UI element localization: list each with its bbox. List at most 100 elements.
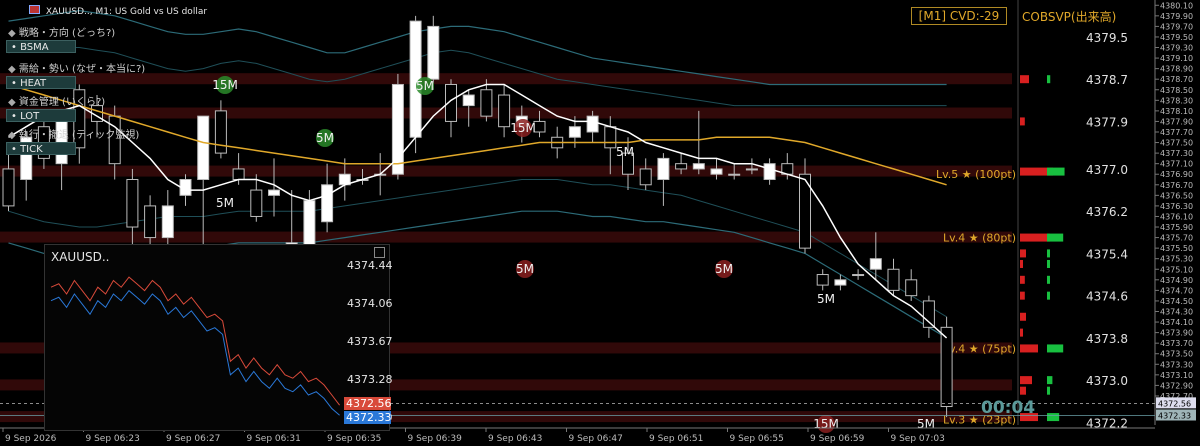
tf-marker-label: 15M: [813, 417, 839, 431]
side-row-text: 戦略・方向 (どっち?): [18, 28, 116, 39]
candle-body: [657, 157, 670, 181]
profile-buy-bar: [1047, 291, 1050, 300]
mini-price-label: 4374.44: [347, 259, 393, 272]
profile-sell-bar: [1020, 328, 1023, 337]
candle-body: [427, 25, 440, 80]
side-row-text: 執行・撤退 (ティック監視): [18, 130, 140, 141]
axis-tick-label: 4373.70: [1160, 339, 1193, 348]
candle-body: [852, 274, 865, 277]
side-button-bsma[interactable]: • BSMA: [6, 40, 76, 53]
side-row-label: ◆ 執行・撤退 (ティック監視): [8, 126, 139, 141]
profile-buy-bar: [1047, 75, 1051, 84]
axis-tick-label: 4375.10: [1160, 265, 1193, 274]
candle-body: [887, 268, 900, 291]
profile-buy-bar: [1047, 233, 1064, 242]
price-tag-label: 4372.33: [1158, 411, 1191, 420]
big-price-label: 4377.9: [1086, 115, 1128, 129]
candle-body: [268, 189, 280, 196]
profile-sell-bar: [1020, 259, 1023, 268]
axis-tick-label: 4374.10: [1160, 318, 1193, 327]
scales-icon: ◆: [8, 97, 19, 108]
side-row-label: ◆ 需給・勢い (なぜ・本当に?): [8, 60, 145, 75]
time-tick-label: 9 Sep 2026: [5, 434, 57, 444]
time-tick-label: 9 Sep 06:27: [166, 434, 220, 444]
level-label: Lv.4 ★ (80pt): [943, 232, 1016, 245]
side-button-tick[interactable]: • TICK: [6, 142, 76, 155]
axis-tick-label: 4374.50: [1160, 297, 1193, 306]
candle-body: [940, 326, 953, 408]
time-tick-label: 9 Sep 07:03: [891, 434, 945, 444]
time-tick-label: 9 Sep 06:23: [86, 434, 140, 444]
profile-buy-bar: [1047, 259, 1050, 268]
cobsvp-title: COBSVP(出来高): [1022, 10, 1117, 24]
axis-tick-label: 4380.10: [1160, 1, 1193, 10]
side-row-label: ◆ 資金管理 (いくら?): [8, 93, 105, 108]
mini-price-label: 4374.06: [347, 297, 393, 310]
volume-profile: [1017, 0, 1065, 425]
profile-sell-bar: [1020, 117, 1025, 126]
profile-buy-bar: [1047, 344, 1064, 353]
mini-price-label: 4373.67: [347, 335, 393, 348]
axis-tick-label: 4372.90: [1160, 381, 1193, 390]
axis-tick-label: 4374.70: [1160, 286, 1193, 295]
candle-body: [480, 89, 493, 117]
flame-icon: ◆: [8, 64, 19, 75]
profile-sell-bar: [1020, 344, 1038, 353]
time-tick-label: 9 Sep 06:47: [569, 434, 623, 444]
mini-chart-close-button[interactable]: [374, 247, 385, 258]
axis-tick-label: 4377.90: [1160, 117, 1193, 126]
axis-tick-label: 4379.10: [1160, 54, 1193, 63]
candle-body: [675, 163, 688, 170]
big-price-label: 4375.4: [1086, 247, 1128, 261]
candle-body: [710, 168, 723, 175]
time-tick-label: 9 Sep 06:31: [247, 434, 301, 444]
axis-tick-label: 4376.70: [1160, 181, 1193, 190]
mini-chart[interactable]: XAUUSD.. 4374.44 4374.06 4373.67 4373.28 437…: [44, 244, 393, 431]
candle-body: [126, 179, 139, 228]
axis-tick-label: 4373.90: [1160, 329, 1193, 338]
time-tick-label: 9 Sep 06:59: [810, 434, 865, 444]
profile-buy-bar: [1047, 376, 1053, 385]
big-price-label: 4379.5: [1086, 31, 1128, 45]
candle-body: [834, 279, 847, 286]
tf-marker-label: 5M: [516, 262, 534, 276]
profile-buy-bar: [1047, 249, 1050, 258]
axis-tick-label: 4378.70: [1160, 75, 1193, 84]
tf-marker-label: 5M: [616, 145, 634, 159]
mini-chart-plot: [50, 276, 340, 416]
axis-tick-label: 4375.30: [1160, 255, 1193, 264]
axis-tick-label: 4376.50: [1160, 191, 1193, 200]
profile-buy-bar: [1047, 275, 1050, 284]
candle-body: [745, 168, 758, 171]
tf-marker-label: 15M: [212, 78, 238, 92]
candle-body: [604, 126, 617, 149]
axis-tick-label: 4378.50: [1160, 86, 1193, 95]
axis-tick-label: 4377.30: [1160, 149, 1193, 158]
tf-marker-label: 5M: [817, 292, 835, 306]
big-price-label: 4376.2: [1086, 205, 1128, 219]
big-price-label: 4373.0: [1086, 374, 1128, 388]
candle-body: [568, 126, 581, 138]
time-tick-label: 9 Sep 06:35: [327, 434, 381, 444]
axis-tick-label: 4379.90: [1160, 12, 1193, 21]
time-tick-label: 9 Sep 06:39: [408, 434, 463, 444]
level-label: Lv.4 ★ (75pt): [943, 342, 1016, 355]
level-band: [0, 73, 1012, 85]
axis-tick-label: 4376.10: [1160, 212, 1193, 221]
profile-buy-bar: [1047, 413, 1060, 422]
profile-sell-bar: [1020, 249, 1026, 258]
time-tick-label: 9 Sep 06:43: [488, 434, 542, 444]
candle-body: [144, 205, 157, 239]
axis-tick-label: 4379.30: [1160, 44, 1193, 53]
side-button-lot[interactable]: • LOT: [6, 109, 76, 122]
side-button-heat[interactable]: • HEAT: [6, 76, 76, 89]
price-tag-label: 4372.56: [1158, 399, 1191, 408]
axis-tick-label: 4377.50: [1160, 139, 1193, 148]
axis-tick-label: 4375.70: [1160, 234, 1193, 243]
profile-buy-bar: [1047, 386, 1050, 395]
symbol-title: XAUUSD.., M1: US Gold vs US dollar: [29, 5, 207, 17]
level-label: Lv.5 ★ (100pt): [936, 168, 1016, 181]
candle-body: [498, 94, 511, 128]
tf-marker-label: 5M: [316, 131, 334, 145]
axis-tick-label: 4376.90: [1160, 170, 1193, 179]
